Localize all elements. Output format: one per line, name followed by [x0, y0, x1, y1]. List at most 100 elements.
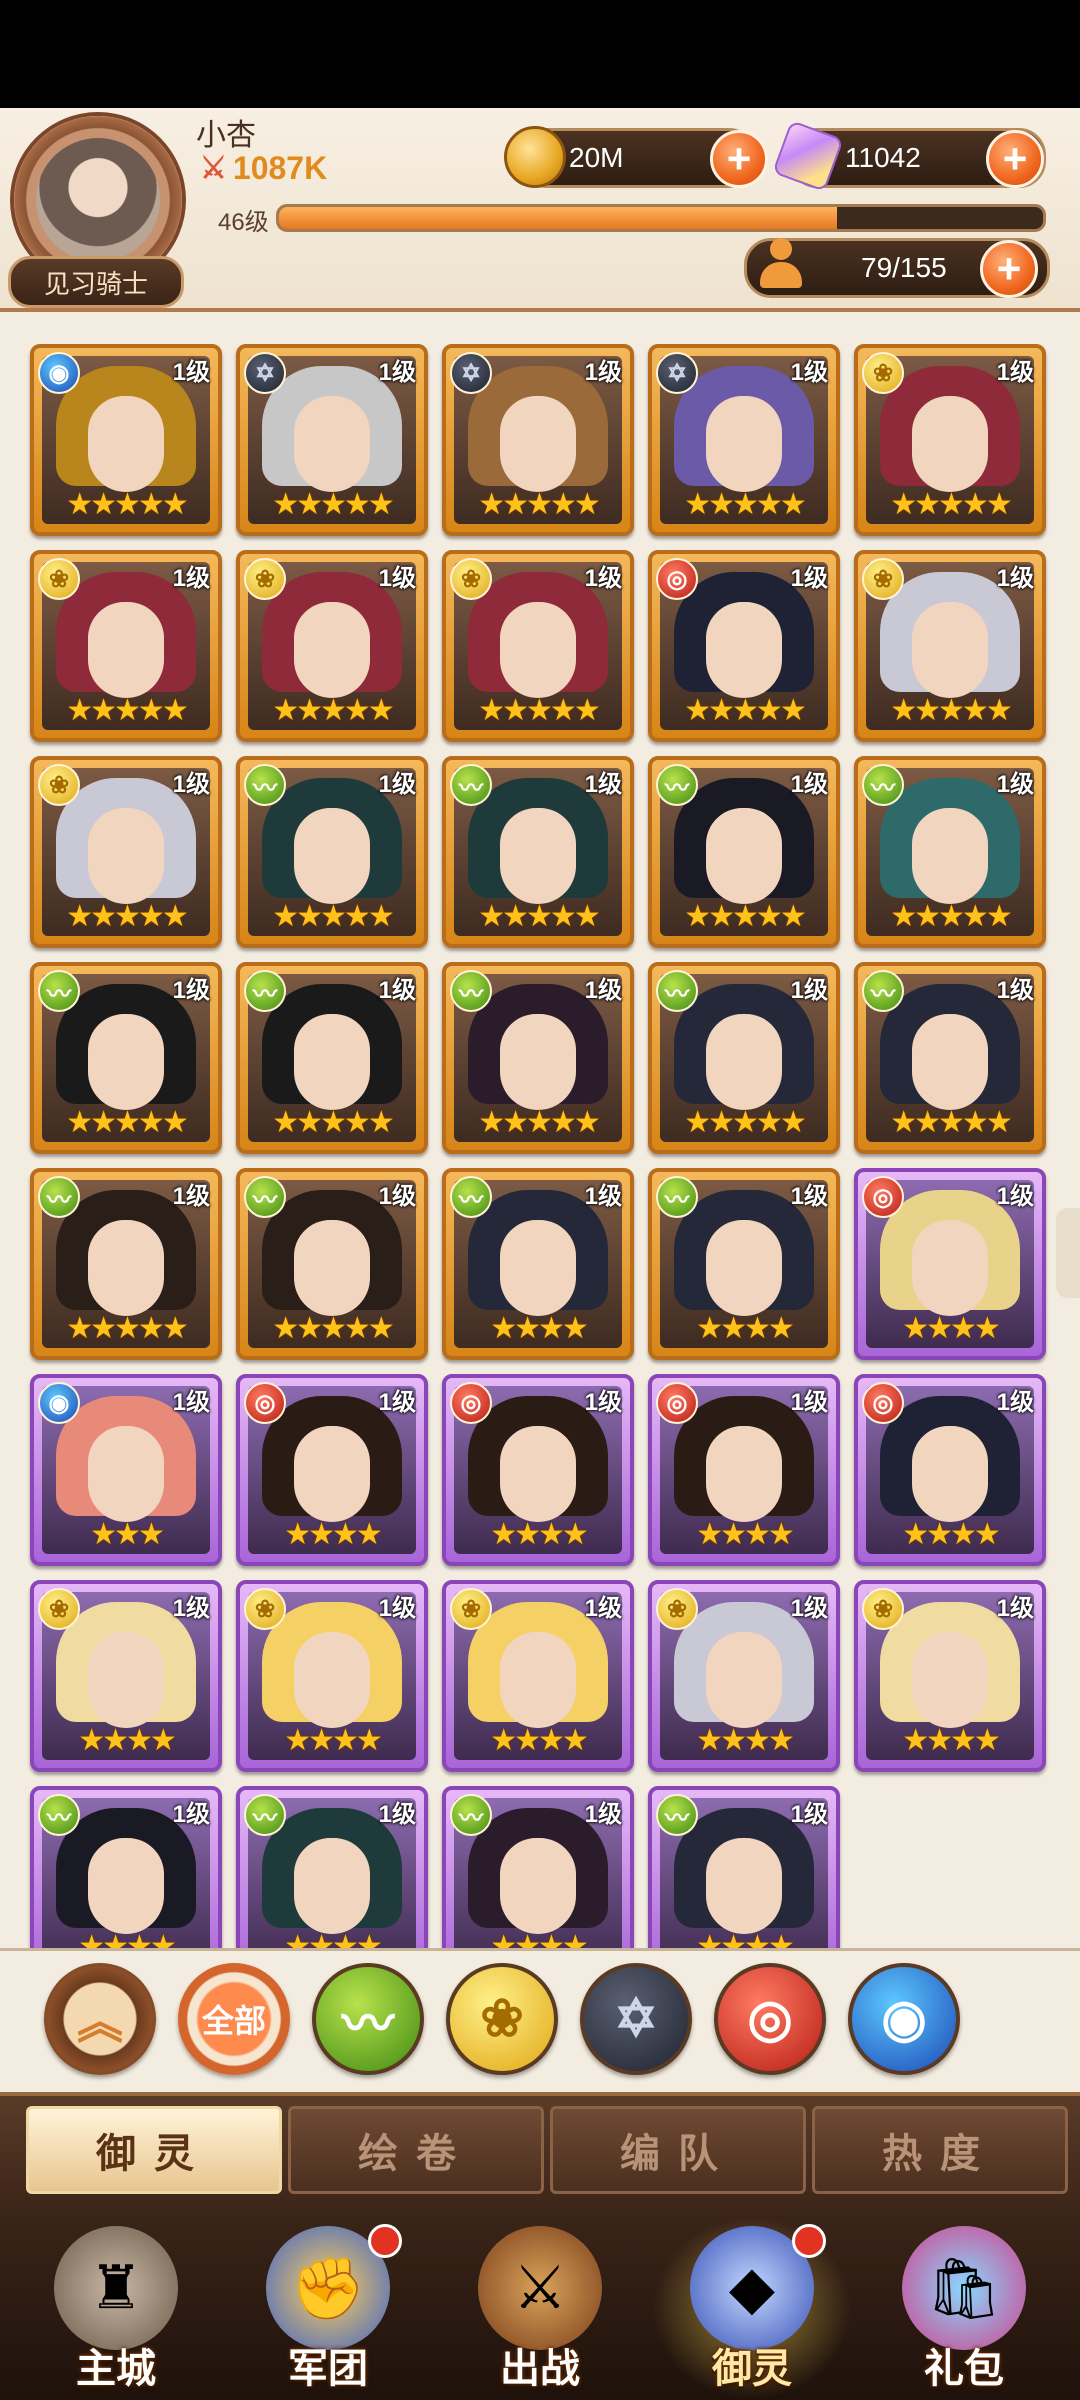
hero-card[interactable]: ❀ 1级 ★★★★	[648, 1580, 840, 1772]
faction-filter-bar: ︽ 全部 〰 ❀ ✡ ◎ ◉	[0, 1948, 1080, 2081]
hero-level: 1级	[172, 1183, 210, 1210]
avatar-portrait	[36, 138, 160, 262]
hero-level: 1级	[172, 977, 210, 1004]
nav-label: 出战	[500, 2347, 580, 2391]
hero-card[interactable]: 〰 1级 ★★★★	[648, 1168, 840, 1360]
star-faction-icon: ✡	[244, 352, 286, 394]
hero-card[interactable]: 〰 1级 ★★★★★	[30, 962, 222, 1154]
filter-fire-button[interactable]: ◎	[714, 1963, 826, 2075]
hero-card[interactable]: ❀ 1级 ★★★★★	[854, 344, 1046, 536]
nav-0[interactable]: ♜ 主城	[16, 2216, 216, 2400]
hero-card[interactable]: 〰 1级 ★★★★★	[442, 756, 634, 948]
hero-card[interactable]: 〰 1级 ★★★★★	[442, 962, 634, 1154]
hero-level: 1级	[996, 565, 1034, 592]
hero-card[interactable]: 〰 1级 ★★★★★	[236, 756, 428, 948]
hero-level: 1级	[378, 565, 416, 592]
tab-0[interactable]: 御灵	[26, 2106, 282, 2194]
hero-card[interactable]: ◎ 1级 ★★★★	[854, 1374, 1046, 1566]
star-rating: ★★★★	[696, 1518, 795, 1551]
hero-card[interactable]: 〰 1级 ★★★★★	[236, 962, 428, 1154]
hero-card[interactable]: ◎ 1级 ★★★★	[854, 1168, 1046, 1360]
hero-card[interactable]: ❀ 1级 ★★★★★	[236, 550, 428, 742]
hero-face	[912, 602, 988, 698]
hero-face	[500, 1426, 576, 1522]
hero-card[interactable]: ✡ 1级 ★★★★★	[442, 344, 634, 536]
hero-face	[500, 1838, 576, 1934]
hero-level: 1级	[172, 771, 210, 798]
hero-level: 1级	[584, 977, 622, 1004]
hero-card[interactable]: ❀ 1级 ★★★★★	[30, 756, 222, 948]
expand-roster-button[interactable]: +	[980, 240, 1038, 298]
hero-level: 1级	[378, 771, 416, 798]
wind-faction-icon: 〰	[244, 1794, 286, 1836]
wind-faction-icon: 〰	[38, 970, 80, 1012]
hero-card[interactable]: 〰 1级 ★★★★★	[30, 1168, 222, 1360]
star-rating: ★★★★	[284, 1724, 383, 1757]
filter-star-button[interactable]: ✡	[580, 1963, 692, 2075]
hero-card[interactable]: 〰 1级 ★★★★	[442, 1168, 634, 1360]
side-scroll-handle[interactable]	[1056, 1208, 1080, 1298]
add-gems-button[interactable]: +	[986, 130, 1044, 188]
game-screen: 见习骑士 小杏 ⚔ 1087K 46级 20M + 11042 + 79/155…	[0, 108, 1080, 2400]
wind-faction-icon: 〰	[244, 1176, 286, 1218]
star-rating: ★★★★	[696, 1312, 795, 1345]
rank-badge: 见习骑士	[8, 256, 184, 308]
hero-level: 1级	[996, 1183, 1034, 1210]
nav-2[interactable]: ⚔ 出战	[440, 2216, 640, 2400]
hero-card[interactable]: ❀ 1级 ★★★★★	[442, 550, 634, 742]
hero-level: 1级	[172, 1595, 210, 1622]
nav-label: 军团	[288, 2347, 368, 2391]
tab-1[interactable]: 绘卷	[288, 2106, 544, 2194]
hero-face	[500, 1014, 576, 1110]
hero-card[interactable]: ◉ 1级 ★★★	[30, 1374, 222, 1566]
hero-card[interactable]: 〰 1级 ★★★★★	[648, 962, 840, 1154]
hero-card[interactable]: ❀ 1级 ★★★★	[442, 1580, 634, 1772]
nav-3[interactable]: ◆ 御灵	[652, 2216, 852, 2400]
hero-card[interactable]: ◉ 1级 ★★★★★	[30, 344, 222, 536]
hero-card[interactable]: ❀ 1级 ★★★★★	[30, 550, 222, 742]
hero-card[interactable]: 〰 1级 ★★★★★	[854, 962, 1046, 1154]
hero-level: 1级	[378, 977, 416, 1004]
filter-collapse-button[interactable]: ︽	[44, 1963, 156, 2075]
hero-card[interactable]: 〰 1级 ★★★★★	[236, 1168, 428, 1360]
add-gold-button[interactable]: +	[710, 130, 768, 188]
hero-card[interactable]: ◎ 1级 ★★★★	[648, 1374, 840, 1566]
tab-2[interactable]: 编队	[550, 2106, 806, 2194]
hero-face	[706, 808, 782, 904]
hero-face	[706, 1220, 782, 1316]
filter-wind-button[interactable]: 〰	[312, 1963, 424, 2075]
hero-card[interactable]: ❀ 1级 ★★★★	[30, 1580, 222, 1772]
hero-card[interactable]: ◎ 1级 ★★★★★	[648, 550, 840, 742]
hero-card[interactable]: ◎ 1级 ★★★★	[442, 1374, 634, 1566]
rose-faction-icon: ❀	[862, 1588, 904, 1630]
hero-card[interactable]: ❀ 1级 ★★★★★	[854, 550, 1046, 742]
filter-all-button[interactable]: 全部	[178, 1963, 290, 2075]
filter-water-button[interactable]: ◉	[848, 1963, 960, 2075]
hero-card[interactable]: ❀ 1级 ★★★★	[236, 1580, 428, 1772]
hero-level: 1级	[584, 1801, 622, 1828]
section-tabs: 御灵 绘卷 编队 热度	[0, 2092, 1080, 2216]
nav-1[interactable]: ✊ 军团	[228, 2216, 428, 2400]
hero-card[interactable]: ◎ 1级 ★★★★	[236, 1374, 428, 1566]
star-rating: ★★★★	[696, 1724, 795, 1757]
hero-face	[706, 1632, 782, 1728]
hero-card[interactable]: 〰 1级 ★★★★★	[648, 756, 840, 948]
hero-face	[912, 396, 988, 492]
fire-faction-icon: ◎	[656, 1382, 698, 1424]
hero-level: 1级	[378, 1595, 416, 1622]
hero-card[interactable]: ❀ 1级 ★★★★	[854, 1580, 1046, 1772]
tab-3[interactable]: 热度	[812, 2106, 1068, 2194]
hero-card[interactable]: 〰 1级 ★★★★★	[854, 756, 1046, 948]
fire-faction-icon: ◎	[450, 1382, 492, 1424]
nav-4[interactable]: 🛍 礼包	[864, 2216, 1064, 2400]
wind-faction-icon: 〰	[38, 1176, 80, 1218]
hero-face	[500, 396, 576, 492]
hero-card[interactable]: ✡ 1级 ★★★★★	[648, 344, 840, 536]
rose-faction-icon: ❀	[862, 558, 904, 600]
combat-power: ⚔ 1087K	[200, 150, 327, 187]
star-rating: ★★★★★	[272, 900, 394, 933]
hero-card[interactable]: ✡ 1级 ★★★★★	[236, 344, 428, 536]
rose-faction-icon: ❀	[244, 558, 286, 600]
wind-faction-icon: 〰	[656, 1794, 698, 1836]
filter-rose-button[interactable]: ❀	[446, 1963, 558, 2075]
